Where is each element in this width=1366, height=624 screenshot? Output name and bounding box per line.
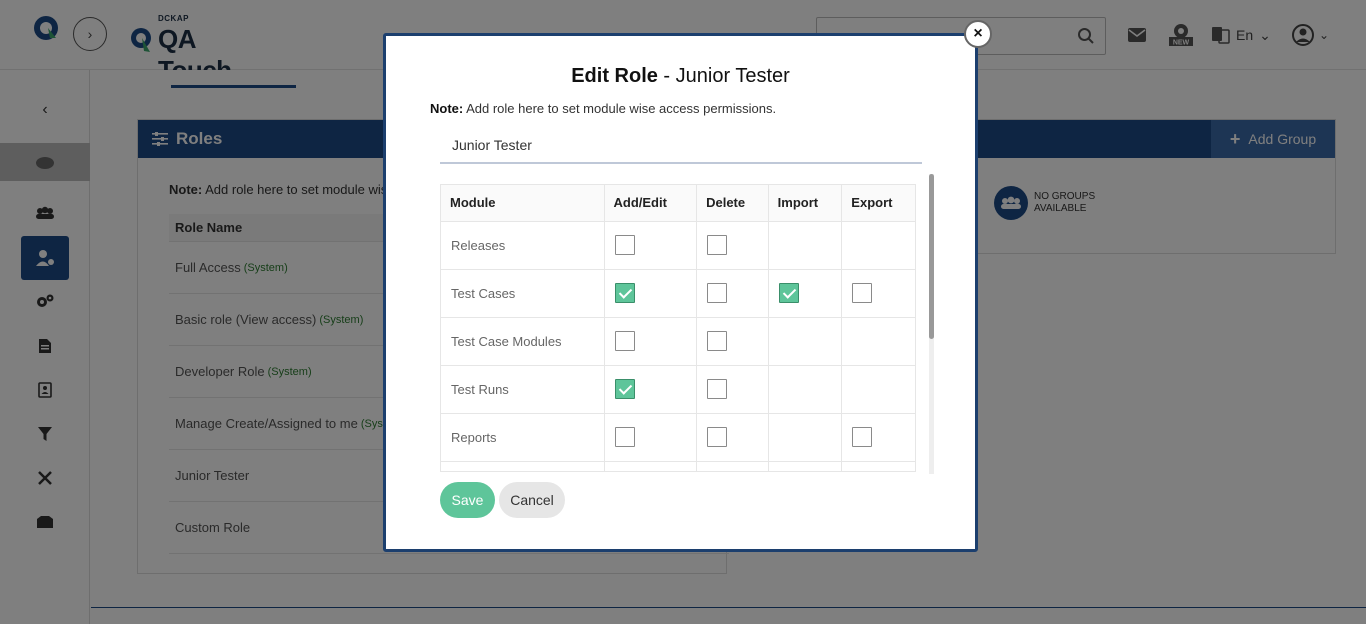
export-checkbox[interactable] [852, 283, 873, 303]
add-edit-checkbox[interactable] [614, 235, 635, 255]
module-name: Releases [441, 221, 605, 270]
edit-role-modal: Edit Role - Junior Tester Note: Add role… [383, 33, 978, 552]
delete-checkbox[interactable] [707, 235, 728, 255]
permissions-scrollbar[interactable] [929, 174, 934, 474]
role-name-input[interactable] [440, 128, 922, 164]
cell-add-edit [604, 269, 698, 318]
delete-checkbox[interactable] [707, 331, 728, 351]
table-row: Releases [441, 221, 915, 270]
cell-import [768, 317, 843, 366]
cell-delete [696, 269, 769, 318]
close-icon: × [973, 25, 983, 42]
delete-checkbox[interactable] [707, 283, 728, 303]
permissions-table-header: Module Add/Edit Delete Import Export [441, 185, 915, 222]
table-row: Test Cases [441, 269, 915, 318]
delete-checkbox[interactable] [707, 379, 728, 399]
add-edit-checkbox[interactable] [614, 331, 635, 351]
cell-import [768, 413, 843, 462]
column-header-export: Export [841, 185, 915, 222]
add-edit-checkbox[interactable] [614, 427, 635, 447]
table-row: Test Runs [441, 365, 915, 414]
export-checkbox[interactable] [852, 427, 873, 447]
column-header-add-edit: Add/Edit [604, 185, 698, 222]
modal-title-role: Junior Tester [675, 65, 790, 87]
module-name: Test Runs [441, 365, 605, 414]
add-edit-checkbox[interactable] [614, 283, 635, 303]
cell-add-edit [604, 413, 698, 462]
cell-export [841, 317, 915, 366]
cell-export [841, 365, 915, 414]
close-modal-button[interactable]: × [964, 20, 992, 48]
scrollbar-thumb[interactable] [929, 174, 934, 339]
permissions-table-container: Module Add/Edit Delete Import Export Rel… [440, 184, 916, 472]
modal-note: Note: Add role here to set module wise a… [430, 101, 776, 116]
cell-export [841, 269, 915, 318]
cell-export [841, 461, 915, 471]
column-header-module: Module [441, 185, 605, 222]
add-edit-checkbox[interactable] [614, 379, 635, 399]
note-text: Add role here to set module wise access … [463, 101, 777, 116]
module-name: Test Case Modules [441, 317, 605, 366]
cell-import [768, 365, 843, 414]
cell-delete [696, 221, 769, 270]
modal-title-separator: - [657, 65, 676, 87]
cell-import [768, 461, 843, 471]
module-name: Test Cases [441, 269, 605, 318]
cell-delete [696, 365, 769, 414]
cell-add-edit [604, 365, 698, 414]
cell-delete [696, 317, 769, 366]
column-header-import: Import [768, 185, 843, 222]
cancel-button[interactable]: Cancel [499, 482, 565, 518]
cell-import [768, 221, 843, 270]
import-checkbox[interactable] [778, 283, 799, 303]
note-label: Note: [430, 101, 464, 116]
cell-export [841, 221, 915, 270]
modal-title: Edit Role - Junior Tester [386, 65, 975, 88]
module-name: Reports [441, 413, 605, 462]
cell-add-edit [604, 461, 698, 471]
delete-checkbox[interactable] [707, 427, 728, 447]
cell-delete [696, 413, 769, 462]
table-row: Test Case Modules [441, 317, 915, 366]
cell-add-edit [604, 221, 698, 270]
table-row: Reports [441, 413, 915, 462]
cell-export [841, 413, 915, 462]
table-row [441, 461, 915, 471]
column-header-delete: Delete [696, 185, 769, 222]
cell-import [768, 269, 843, 318]
permissions-table: Module Add/Edit Delete Import Export Rel… [441, 185, 915, 471]
save-button[interactable]: Save [440, 482, 495, 518]
cell-add-edit [604, 317, 698, 366]
modal-title-action: Edit Role [571, 65, 658, 87]
cell-delete [696, 461, 769, 471]
module-name [441, 461, 605, 471]
